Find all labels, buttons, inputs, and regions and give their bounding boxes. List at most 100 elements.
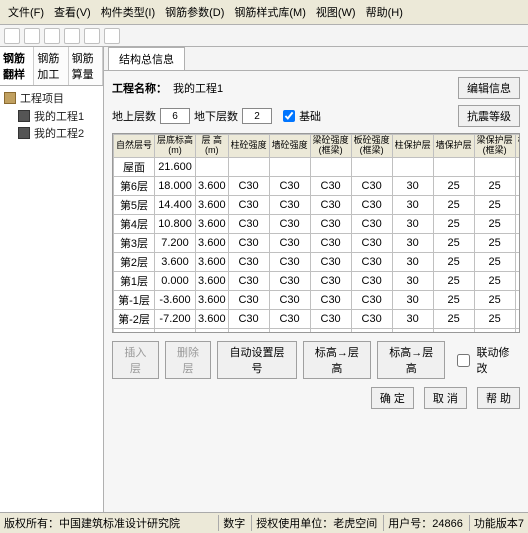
table-cell[interactable]: C30: [310, 271, 351, 290]
table-cell[interactable]: 30: [392, 271, 433, 290]
table-cell[interactable]: C30: [269, 176, 310, 195]
table-cell[interactable]: [392, 157, 433, 176]
table-cell[interactable]: C30: [228, 309, 269, 328]
table-cell[interactable]: 第2层: [114, 252, 155, 271]
left-tab-jiagong[interactable]: 钢筋加工: [34, 47, 68, 85]
table-cell[interactable]: 25: [433, 233, 474, 252]
table-cell[interactable]: 25: [474, 252, 515, 271]
table-cell[interactable]: 25: [433, 176, 474, 195]
table-cell[interactable]: -7.200: [155, 309, 196, 328]
table-cell[interactable]: C30: [269, 290, 310, 309]
table-cell[interactable]: 25: [474, 290, 515, 309]
table-cell[interactable]: C30: [269, 195, 310, 214]
table-cell[interactable]: 第-1层: [114, 290, 155, 309]
table-cell[interactable]: 0.000: [155, 271, 196, 290]
menu-pattern[interactable]: 钢筋样式库(M): [230, 2, 310, 22]
cancel-button[interactable]: 取 消: [424, 387, 467, 409]
table-cell[interactable]: 3.600: [196, 233, 229, 252]
table-cell[interactable]: 第1层: [114, 271, 155, 290]
table-cell[interactable]: 3.600: [196, 195, 229, 214]
left-tab-suanliang[interactable]: 钢筋算量: [69, 47, 103, 85]
tab-structure-info[interactable]: 结构总信息: [108, 47, 185, 70]
table-cell[interactable]: C30: [228, 233, 269, 252]
table-cell[interactable]: C30: [228, 252, 269, 271]
table-cell[interactable]: 25: [433, 290, 474, 309]
table-cell[interactable]: -8.200: [155, 328, 196, 333]
table-row[interactable]: 屋面21.600: [114, 157, 521, 176]
table-cell[interactable]: 25: [474, 195, 515, 214]
table-cell[interactable]: C30: [269, 233, 310, 252]
table-cell[interactable]: 15: [515, 195, 520, 214]
table-cell[interactable]: C30: [228, 214, 269, 233]
table-cell[interactable]: C30: [269, 271, 310, 290]
table-cell[interactable]: C30: [351, 309, 392, 328]
insert-floor-button[interactable]: 插入层: [112, 341, 159, 379]
table-row[interactable]: 第1层0.0003.600C30C30C30C3030252515: [114, 271, 521, 290]
menu-param[interactable]: 钢筋参数(D): [161, 2, 228, 22]
elev-to-height-button[interactable]: 标高→层高: [303, 341, 371, 379]
table-cell[interactable]: 第4层: [114, 214, 155, 233]
table-cell[interactable]: 25: [474, 233, 515, 252]
table-cell[interactable]: C30: [351, 195, 392, 214]
chain-edit-checkbox[interactable]: [457, 354, 470, 367]
table-cell[interactable]: 30: [392, 252, 433, 271]
table-row[interactable]: 第-2层-7.2003.600C30C30C30C3030252515: [114, 309, 521, 328]
table-cell[interactable]: 25: [433, 214, 474, 233]
help-button[interactable]: 帮 助: [477, 387, 520, 409]
table-cell[interactable]: 屋面: [114, 157, 155, 176]
table-cell[interactable]: 30: [392, 290, 433, 309]
tool-help-icon[interactable]: [104, 28, 120, 44]
table-cell[interactable]: 15: [515, 176, 520, 195]
table-cell[interactable]: [433, 157, 474, 176]
table-cell[interactable]: 7.200: [155, 233, 196, 252]
table-cell[interactable]: 15: [515, 252, 520, 271]
table-cell[interactable]: 第6层: [114, 176, 155, 195]
table-cell[interactable]: C30: [269, 252, 310, 271]
tool-copy-icon[interactable]: [84, 28, 100, 44]
table-cell[interactable]: C30: [310, 328, 351, 333]
table-cell[interactable]: 30: [392, 214, 433, 233]
edit-info-button[interactable]: 编辑信息: [458, 77, 520, 99]
table-cell[interactable]: 15: [515, 214, 520, 233]
table-cell[interactable]: C30: [351, 233, 392, 252]
table-cell[interactable]: 14.400: [155, 195, 196, 214]
table-cell[interactable]: 15: [515, 290, 520, 309]
table-cell[interactable]: 25: [433, 328, 474, 333]
table-cell[interactable]: 30: [392, 176, 433, 195]
table-cell[interactable]: 25: [433, 195, 474, 214]
tool-save-icon[interactable]: [44, 28, 60, 44]
table-cell[interactable]: C30: [351, 214, 392, 233]
table-cell[interactable]: C30: [310, 252, 351, 271]
table-cell[interactable]: 第5层: [114, 195, 155, 214]
table-cell[interactable]: [515, 157, 520, 176]
table-cell[interactable]: 15: [515, 309, 520, 328]
table-cell[interactable]: [474, 157, 515, 176]
table-cell[interactable]: 第3层: [114, 233, 155, 252]
table-cell[interactable]: C30: [228, 328, 269, 333]
table-cell[interactable]: C30: [228, 290, 269, 309]
table-row[interactable]: 第2层3.6003.600C30C30C30C3030252515: [114, 252, 521, 271]
menu-file[interactable]: 文件(F): [4, 2, 48, 22]
basement-checkbox[interactable]: [283, 110, 295, 122]
table-cell[interactable]: 3.600: [196, 290, 229, 309]
above-floors-input[interactable]: [160, 108, 190, 124]
below-floors-input[interactable]: [242, 108, 272, 124]
table-cell[interactable]: C30: [351, 252, 392, 271]
tool-new-icon[interactable]: [4, 28, 20, 44]
table-cell[interactable]: 基础: [114, 328, 155, 333]
delete-floor-button[interactable]: 删除层: [165, 341, 212, 379]
table-cell[interactable]: 25: [474, 309, 515, 328]
table-cell[interactable]: C30: [310, 214, 351, 233]
table-cell[interactable]: [351, 157, 392, 176]
table-cell[interactable]: 15: [515, 233, 520, 252]
ok-button[interactable]: 确 定: [371, 387, 414, 409]
table-row[interactable]: 第5层14.4003.600C30C30C30C3030252515: [114, 195, 521, 214]
table-cell[interactable]: C30: [351, 328, 392, 333]
table-cell[interactable]: C30: [228, 195, 269, 214]
table-cell[interactable]: C30: [310, 290, 351, 309]
table-row[interactable]: 第-1层-3.6003.600C30C30C30C3030252515: [114, 290, 521, 309]
menu-member[interactable]: 构件类型(I): [97, 2, 159, 22]
table-cell[interactable]: C30: [228, 271, 269, 290]
table-cell[interactable]: 30: [392, 195, 433, 214]
table-cell[interactable]: 25: [474, 214, 515, 233]
